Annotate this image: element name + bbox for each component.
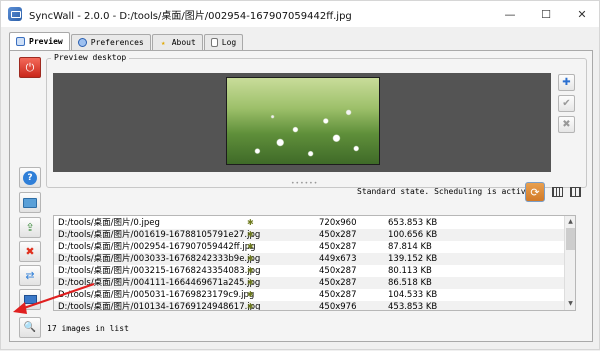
image-list[interactable]: D:/tools/桌面/图片/0.jpeg ✱ 720x960 653.853 … [53, 215, 576, 311]
file-size: 100.656 KB [388, 230, 438, 240]
file-path: D:/tools/桌面/图片/005031-16769823179c9.jpg [58, 290, 255, 300]
file-size: 87.814 KB [388, 242, 432, 252]
star-icon: ✱ [247, 302, 254, 311]
plus-icon: ✚ [562, 77, 571, 88]
list-item[interactable]: D:/tools/桌面/图片/010134-16769124948617.jpg… [54, 301, 566, 311]
folder-icon [23, 197, 37, 208]
file-path: D:/tools/桌面/图片/003215-16768243354083.jpg [58, 266, 261, 276]
title-bar[interactable]: SyncWall - 2.0.0 - D:/tools/桌面/图片/002954… [1, 1, 599, 27]
document-icon [210, 38, 218, 47]
list-item[interactable]: D:/tools/桌面/图片/001619-16788105791e27.jpg… [54, 229, 566, 241]
file-dimensions: 449x673 [319, 254, 357, 264]
delete-icon: ✖ [25, 245, 35, 258]
star-icon: ★ [161, 38, 166, 47]
close-button[interactable]: ✕ [564, 1, 600, 27]
tab-bar: Preview Preferences ★ About Log [9, 32, 244, 50]
list-item[interactable]: D:/tools/桌面/图片/005031-16769823179c9.jpg … [54, 289, 566, 301]
scroll-down-icon[interactable]: ▼ [566, 299, 575, 308]
monitor-icon [16, 37, 25, 46]
sync-icon: ⇄ [25, 269, 35, 282]
file-dimensions: 720x960 [319, 218, 357, 228]
sync-button[interactable]: ⇄ [19, 265, 41, 286]
file-path: D:/tools/桌面/图片/0.jpeg [58, 218, 160, 228]
window-title: SyncWall - 2.0.0 - D:/tools/桌面/图片/002954… [29, 10, 352, 22]
help-button[interactable]: ? [19, 167, 41, 188]
file-path: D:/tools/桌面/图片/010134-16769124948617.jpg [58, 302, 261, 311]
file-path: D:/tools/桌面/图片/001619-16788105791e27.jpg [58, 230, 261, 240]
power-button[interactable]: ⏻ [19, 57, 41, 78]
file-size: 453.853 KB [388, 302, 438, 311]
columns-icon [570, 187, 581, 197]
preview-desktop-label: Preview desktop [51, 53, 130, 62]
image-count: 17 images in list [47, 324, 129, 333]
export-icon: ⇪ [25, 221, 35, 234]
list-item[interactable]: D:/tools/桌面/图片/002954-167907059442ff.jpg… [54, 241, 566, 253]
remove-button[interactable]: ✖ [558, 116, 575, 133]
star-icon: ✱ [247, 266, 254, 275]
apply-button[interactable]: ✔ [558, 95, 575, 112]
screen-icon [23, 295, 37, 304]
tab-log[interactable]: Log [203, 34, 244, 50]
star-icon: ✱ [247, 278, 254, 287]
scroll-up-icon[interactable]: ▲ [566, 217, 575, 226]
star-icon: ✱ [247, 290, 254, 299]
monitor-button[interactable] [19, 289, 41, 310]
tab-preferences[interactable]: Preferences [70, 34, 151, 50]
tab-label: Log [221, 38, 237, 47]
maximize-button[interactable]: ☐ [528, 1, 564, 27]
columns-view-button[interactable] [568, 185, 583, 199]
power-icon: ⏻ [25, 60, 35, 74]
tab-preview[interactable]: Preview [9, 32, 70, 50]
file-size: 86.518 KB [388, 278, 432, 288]
file-dimensions: 450x287 [319, 230, 357, 240]
status-text: Standard state. Scheduling is activated [357, 187, 545, 196]
delete-button[interactable]: ✖ [19, 241, 41, 262]
app-icon [8, 7, 22, 21]
file-path: D:/tools/桌面/图片/003033-16768242333b9e.jpg [58, 254, 261, 264]
check-icon: ✔ [562, 98, 571, 109]
wallpaper-preview-image [226, 77, 380, 165]
search-icon: 🔍 [23, 322, 37, 333]
grid-icon [552, 187, 563, 197]
list-item[interactable]: D:/tools/桌面/图片/004111-1664469671a245.jpg… [54, 277, 566, 289]
star-icon: ✱ [247, 218, 254, 227]
grid-view-button[interactable] [550, 185, 565, 199]
file-path: D:/tools/桌面/图片/004111-1664469671a245.jpg [58, 278, 261, 288]
file-size: 139.152 KB [388, 254, 438, 264]
file-dimensions: 450x976 [319, 302, 357, 311]
file-path: D:/tools/桌面/图片/002954-167907059442ff.jpg [58, 242, 256, 252]
list-scrollbar[interactable]: ▲ ▼ [564, 216, 575, 310]
file-size: 104.533 KB [388, 290, 438, 300]
file-size: 80.113 KB [388, 266, 432, 276]
add-button[interactable]: ✚ [558, 74, 575, 91]
minimize-button[interactable]: — [492, 1, 528, 27]
scroll-thumb[interactable] [566, 228, 575, 250]
tab-about[interactable]: ★ About [151, 34, 203, 50]
list-item[interactable]: D:/tools/桌面/图片/003033-16768242333b9e.jpg… [54, 253, 566, 265]
app-window: SyncWall - 2.0.0 - D:/tools/桌面/图片/002954… [0, 0, 600, 350]
open-folder-button[interactable] [19, 192, 41, 213]
tab-label: Preview [29, 37, 63, 46]
x-icon: ✖ [562, 119, 571, 130]
tab-label: About [171, 38, 196, 47]
search-button[interactable]: 🔍 [19, 317, 41, 338]
file-dimensions: 450x287 [319, 266, 357, 276]
file-size: 653.853 KB [388, 218, 438, 228]
tab-label: Preferences [90, 38, 144, 47]
refresh-icon: ⟳ [530, 185, 540, 199]
help-icon: ? [23, 170, 37, 185]
gear-icon [77, 38, 87, 47]
star-icon: ✱ [247, 230, 254, 239]
star-icon: ✱ [247, 242, 254, 251]
export-button[interactable]: ⇪ [19, 217, 41, 238]
file-dimensions: 450x287 [319, 290, 357, 300]
scheduler-button[interactable]: ⟳ [525, 182, 545, 202]
list-item[interactable]: D:/tools/桌面/图片/003215-16768243354083.jpg… [54, 265, 566, 277]
file-dimensions: 450x287 [319, 278, 357, 288]
splitter-handle[interactable]: •••••• [291, 180, 318, 187]
star-icon: ✱ [247, 254, 254, 263]
list-item[interactable]: D:/tools/桌面/图片/0.jpeg ✱ 720x960 653.853 … [54, 217, 566, 229]
file-dimensions: 450x287 [319, 242, 357, 252]
